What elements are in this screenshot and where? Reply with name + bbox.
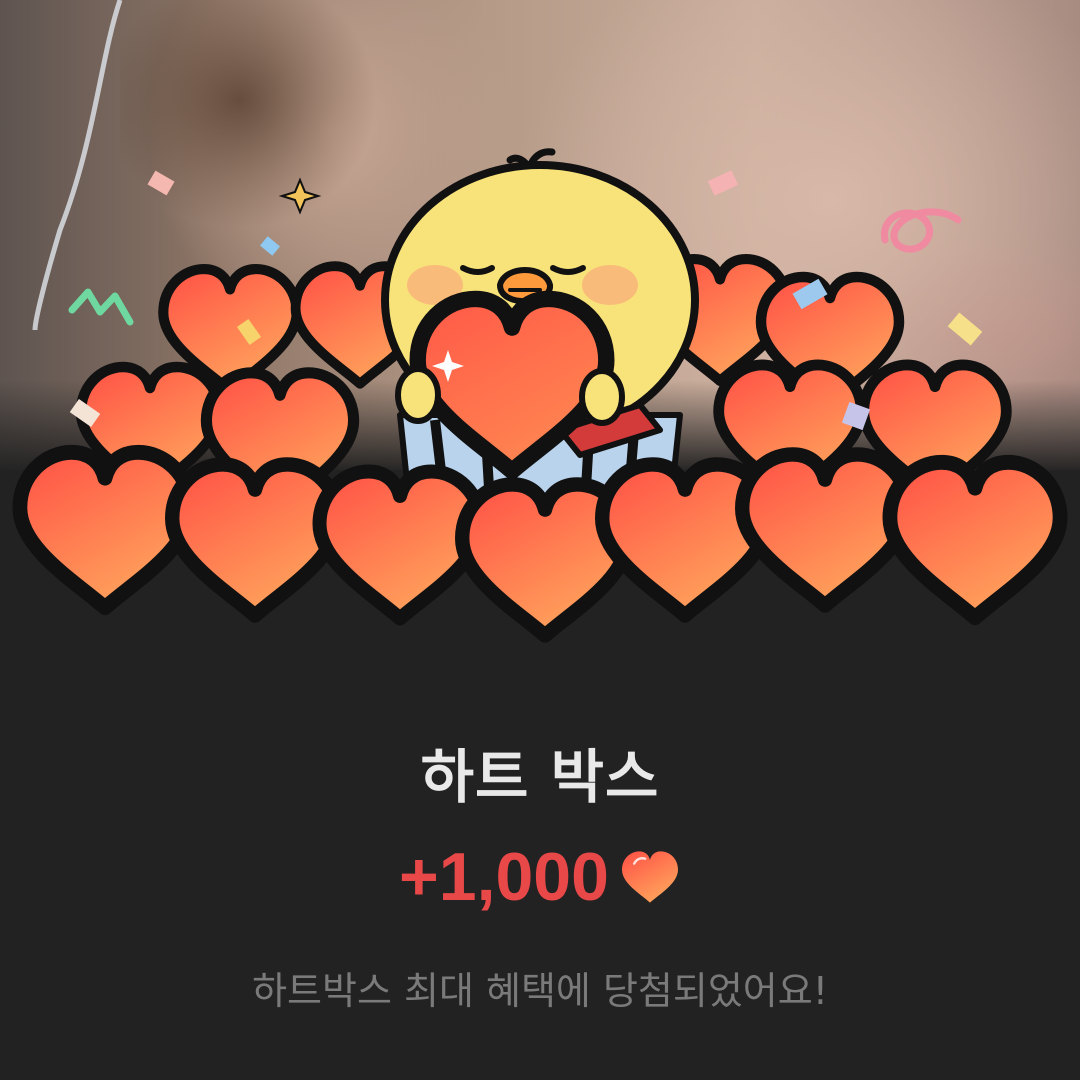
reward-popup-sheet: 하트 박스 +1,000 하트박스 최대 혜택에 당첨되었어요!: [0, 660, 1080, 1080]
heart-icon: [621, 851, 678, 903]
reward-amount: +1,000: [399, 839, 609, 915]
popup-title: 하트 박스: [420, 743, 660, 811]
result-message: 하트박스 최대 혜택에 당첨되었어요!: [252, 969, 828, 1013]
heart-box-illustration: [0, 0, 1080, 660]
reward-row: +1,000: [0, 838, 1080, 916]
streamer-decoration: [32, 0, 123, 331]
